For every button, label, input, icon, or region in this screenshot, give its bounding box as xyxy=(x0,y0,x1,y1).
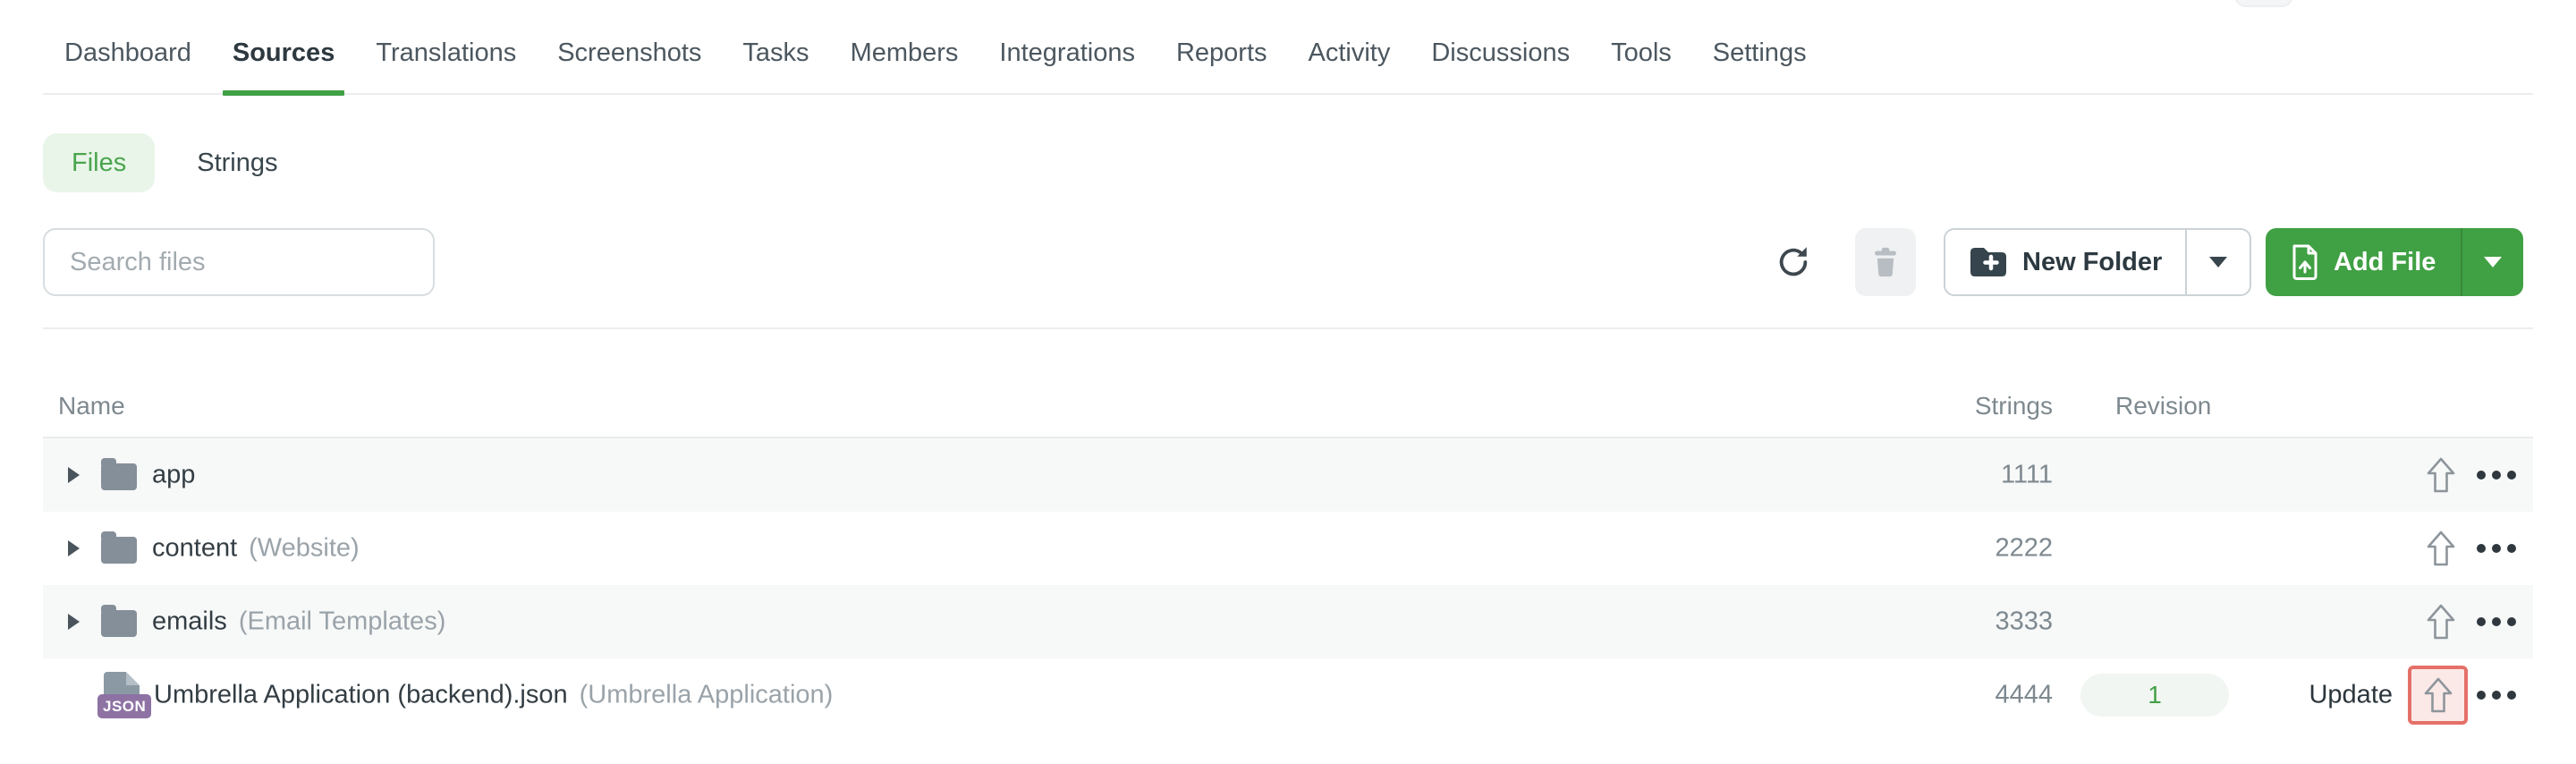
file-name[interactable]: content xyxy=(152,534,237,564)
folder-icon xyxy=(101,458,137,490)
nav-item-settings[interactable]: Settings xyxy=(1713,12,1807,94)
upload-icon xyxy=(2424,677,2452,713)
files-table-header: Name Strings Revision xyxy=(43,376,2533,437)
chevron-down-icon xyxy=(2484,257,2503,267)
tab-files[interactable]: Files xyxy=(43,133,156,192)
nav-item-integrations[interactable]: Integrations xyxy=(999,12,1135,94)
file-name[interactable]: app xyxy=(152,461,195,490)
nav-item-tools[interactable]: Tools xyxy=(1611,12,1672,94)
folder-icon xyxy=(101,605,137,637)
toolbar-separator xyxy=(43,327,2533,329)
add-file-split-button: Add File xyxy=(2266,228,2524,296)
nav-item-reports[interactable]: Reports xyxy=(1176,12,1267,94)
file-name[interactable]: emails xyxy=(152,607,227,637)
more-actions-button[interactable] xyxy=(2475,604,2518,640)
more-actions-button[interactable] xyxy=(2475,531,2518,566)
nav-item-screenshots[interactable]: Screenshots xyxy=(557,12,701,94)
delete-button[interactable] xyxy=(1855,228,1916,296)
column-header-strings: Strings xyxy=(1974,392,2053,420)
strings-count: 2222 xyxy=(1995,533,2053,563)
nav-item-members[interactable]: Members xyxy=(851,12,959,94)
add-file-label: Add File xyxy=(2334,247,2436,276)
trash-icon xyxy=(1875,247,1896,277)
refresh-button[interactable] xyxy=(1775,243,1812,281)
table-row-app[interactable]: app 1111 xyxy=(43,438,2533,512)
expand-caret-icon[interactable] xyxy=(68,614,80,630)
project-nav: Dashboard Sources Translations Screensho… xyxy=(43,0,2533,96)
folder-plus-icon xyxy=(1970,248,2006,276)
nav-item-activity[interactable]: Activity xyxy=(1309,12,1391,94)
file-upload-icon xyxy=(2292,244,2318,280)
folder-icon xyxy=(101,531,137,564)
add-file-dropdown-button[interactable] xyxy=(2461,228,2523,296)
upload-translations-button[interactable] xyxy=(2426,530,2456,567)
nav-item-dashboard[interactable]: Dashboard xyxy=(64,12,191,94)
update-link[interactable]: Update xyxy=(2309,681,2393,710)
more-actions-button[interactable] xyxy=(2475,457,2518,493)
strings-count: 1111 xyxy=(2000,460,2053,489)
strings-count: 3333 xyxy=(1995,607,2053,636)
file-note: (Email Templates) xyxy=(238,607,446,636)
files-table: app 1111 content (Website) 2222 emails (… xyxy=(43,438,2533,732)
table-row-content[interactable]: content (Website) 2222 xyxy=(43,512,2533,585)
column-header-revision: Revision xyxy=(2115,392,2212,420)
table-row-emails[interactable]: emails (Email Templates) 3333 xyxy=(43,585,2533,658)
upload-translations-button-highlighted[interactable] xyxy=(2408,666,2468,725)
new-folder-label: New Folder xyxy=(2022,247,2163,276)
search-input[interactable] xyxy=(43,228,435,296)
file-note: (Website) xyxy=(249,533,360,563)
upload-icon xyxy=(2427,604,2455,640)
nav-item-discussions[interactable]: Discussions xyxy=(1431,12,1570,94)
json-file-icon: JSON xyxy=(97,672,152,718)
upload-translations-button[interactable] xyxy=(2426,456,2456,494)
new-folder-split-button: New Folder xyxy=(1944,228,2252,296)
chevron-down-icon xyxy=(2209,257,2228,267)
json-badge: JSON xyxy=(97,694,152,718)
upload-icon xyxy=(2427,457,2455,493)
upload-icon xyxy=(2427,531,2455,566)
nav-item-translations[interactable]: Translations xyxy=(376,12,516,94)
revision-badge[interactable]: 1 xyxy=(2080,674,2229,717)
expand-caret-icon[interactable] xyxy=(68,540,80,556)
tab-strings[interactable]: Strings xyxy=(197,149,277,178)
new-folder-dropdown-button[interactable] xyxy=(2185,230,2250,294)
file-name[interactable]: Umbrella Application (backend).json xyxy=(154,681,568,710)
refresh-icon xyxy=(1779,247,1808,276)
nav-item-sources[interactable]: Sources xyxy=(222,12,345,96)
nav-item-tasks[interactable]: Tasks xyxy=(742,12,809,94)
sources-view-toggle: Files Strings xyxy=(43,133,278,192)
column-header-name: Name xyxy=(58,392,125,420)
upload-translations-button[interactable] xyxy=(2426,603,2456,641)
strings-count: 4444 xyxy=(1995,680,2053,709)
expand-caret-icon[interactable] xyxy=(68,467,80,483)
table-row-umbrella-json[interactable]: JSON Umbrella Application (backend).json… xyxy=(43,658,2533,732)
add-file-button[interactable]: Add File xyxy=(2266,228,2461,296)
file-note: (Umbrella Application) xyxy=(579,680,834,709)
new-folder-button[interactable]: New Folder xyxy=(1945,230,2185,294)
more-actions-button[interactable] xyxy=(2475,677,2518,713)
